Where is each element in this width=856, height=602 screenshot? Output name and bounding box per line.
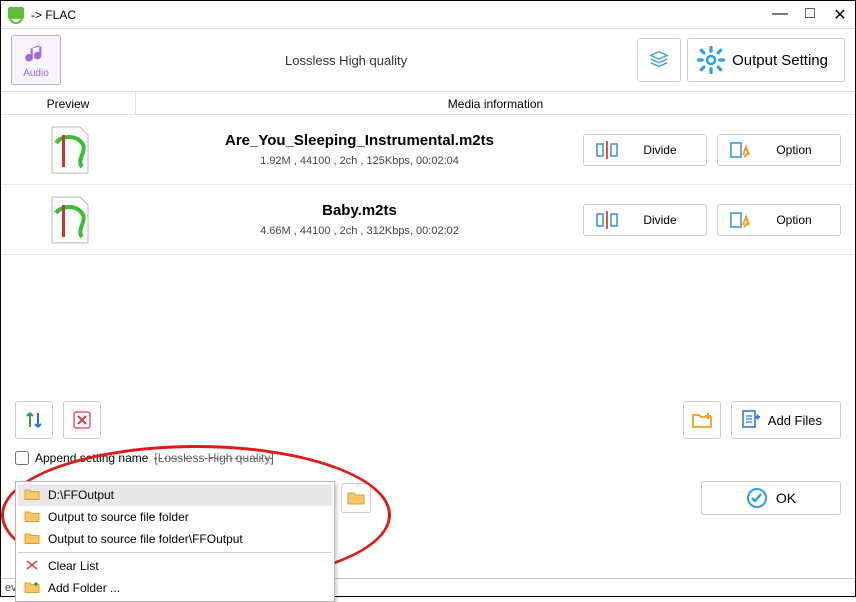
music-note-icon: [23, 42, 49, 68]
media-list: Are_You_Sleeping_Instrumental.m2ts 1.92M…: [1, 115, 855, 255]
dropdown-item-label: Output to source file folder\FFOutput: [48, 532, 243, 546]
gear-icon: [696, 45, 726, 75]
filename: Baby.m2ts: [322, 202, 397, 219]
dropdown-item-label: Output to source file folder: [48, 510, 189, 524]
audio-file-icon: [42, 123, 96, 177]
preview-thumb[interactable]: [1, 185, 136, 254]
folder-icon: [24, 509, 40, 525]
app-icon: [7, 6, 25, 24]
browse-folder-button[interactable]: [341, 483, 371, 513]
sort-arrows-icon: [24, 410, 44, 430]
list-row: Are_You_Sleeping_Instrumental.m2ts 1.92M…: [1, 115, 855, 185]
append-setting-row: Append setting name [Lossless High quali…: [15, 451, 274, 465]
clear-icon: [24, 558, 40, 574]
add-files-label: Add Files: [768, 413, 822, 428]
dropdown-clear-label: Clear List: [48, 559, 99, 573]
bottom-toolbar: Add Files: [1, 401, 855, 439]
toolbar: Audio Lossless High quality Output Setti…: [1, 29, 855, 91]
check-circle-icon: [746, 487, 768, 509]
maximize-button[interactable]: □: [801, 5, 819, 25]
column-media: Media information: [136, 92, 855, 114]
folder-plus-icon: [691, 410, 713, 430]
append-setting-suffix: [Lossless High quality]: [154, 451, 273, 465]
list-row: Baby.m2ts 4.66M , 44100 , 2ch , 312Kbps,…: [1, 185, 855, 255]
add-file-icon: [740, 409, 762, 431]
close-button[interactable]: ✕: [831, 5, 849, 25]
preview-thumb[interactable]: [1, 115, 136, 184]
output-setting-button[interactable]: Output Setting: [687, 38, 845, 82]
dropdown-item[interactable]: Output to source file folder: [18, 506, 332, 528]
append-setting-checkbox[interactable]: [15, 451, 29, 465]
remove-x-icon: [72, 410, 92, 430]
format-label: Audio: [23, 68, 49, 79]
folder-icon: [347, 490, 365, 506]
minimize-button[interactable]: —: [771, 5, 789, 25]
format-audio-button[interactable]: Audio: [11, 35, 61, 85]
dropdown-item[interactable]: Output to source file folder\FFOutput: [18, 528, 332, 550]
folder-add-icon: [24, 580, 40, 596]
dropdown-clear[interactable]: Clear List: [18, 555, 332, 577]
dropdown-add-folder[interactable]: Add Folder ...: [18, 577, 332, 599]
quality-label: Lossless High quality: [61, 53, 631, 68]
output-setting-label: Output Setting: [732, 52, 828, 69]
dropdown-item-label: D:\FFOutput: [48, 488, 114, 502]
audio-file-icon: [42, 193, 96, 247]
divide-label: Divide: [626, 143, 694, 157]
layers-button[interactable]: [637, 38, 681, 82]
sort-button[interactable]: [15, 401, 53, 439]
separator: [18, 552, 332, 553]
layers-icon: [648, 49, 670, 71]
ok-label: OK: [776, 490, 796, 506]
option-icon: [730, 141, 752, 159]
window-title: -> FLAC: [31, 8, 76, 22]
option-icon: [730, 211, 752, 229]
folder-icon: [24, 531, 40, 547]
option-label: Option: [760, 143, 828, 157]
divide-button[interactable]: Divide: [583, 204, 707, 236]
list-header: Preview Media information: [1, 91, 855, 115]
media-meta: 4.66M , 44100 , 2ch , 312Kbps, 00:02:02: [260, 225, 459, 237]
divide-label: Divide: [626, 213, 694, 227]
remove-button[interactable]: [63, 401, 101, 439]
divide-icon: [596, 211, 618, 229]
output-path-dropdown: D:\FFOutput Output to source file folder…: [15, 481, 335, 602]
dropdown-item[interactable]: D:\FFOutput: [18, 484, 332, 506]
new-folder-button[interactable]: [683, 401, 721, 439]
divide-icon: [596, 141, 618, 159]
folder-icon: [24, 487, 40, 503]
option-button[interactable]: Option: [717, 204, 841, 236]
divide-button[interactable]: Divide: [583, 134, 707, 166]
dropdown-add-folder-label: Add Folder ...: [48, 581, 120, 595]
titlebar: -> FLAC — □ ✕: [1, 1, 855, 29]
append-setting-label: Append setting name: [35, 451, 148, 465]
filename: Are_You_Sleeping_Instrumental.m2ts: [225, 132, 494, 149]
media-meta: 1.92M , 44100 , 2ch , 125Kbps, 00:02:04: [260, 155, 459, 167]
add-files-button[interactable]: Add Files: [731, 401, 841, 439]
ok-button[interactable]: OK: [701, 481, 841, 515]
column-preview: Preview: [1, 92, 136, 114]
option-label: Option: [760, 213, 828, 227]
option-button[interactable]: Option: [717, 134, 841, 166]
